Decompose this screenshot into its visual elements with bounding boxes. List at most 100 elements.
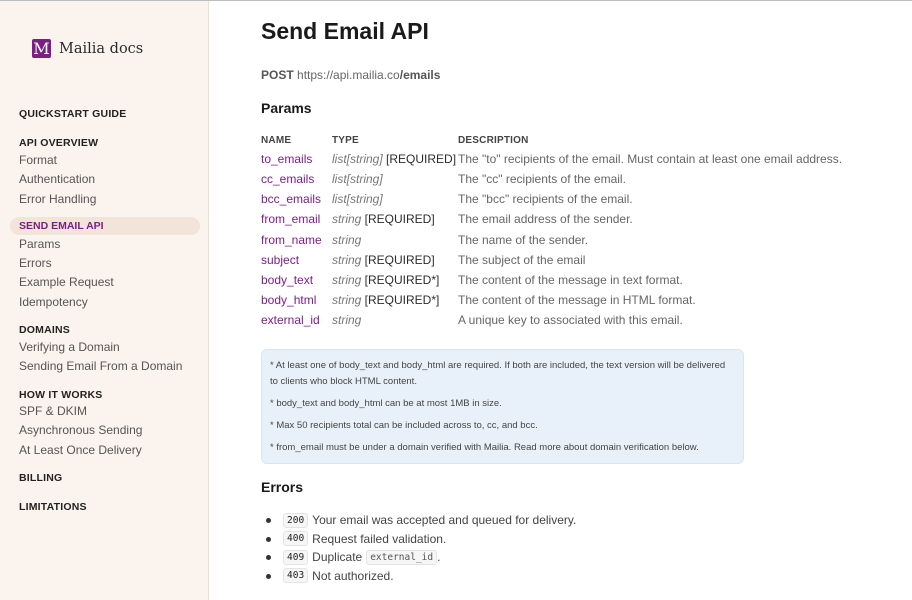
params-heading: Params <box>261 100 312 116</box>
errors-list: 200 Your email was accepted and queued f… <box>266 511 577 586</box>
param-description: The content of the message in text forma… <box>458 273 683 287</box>
param-type: list[string] [REQUIRED] <box>332 152 456 166</box>
sidebar-item-errors[interactable]: Errors <box>19 256 52 270</box>
param-type: list[string] <box>332 172 383 186</box>
table-row: bcc_emails list[string] The "bcc" recipi… <box>261 192 901 210</box>
sidebar-section-how-it-works[interactable]: HOW IT WORKS <box>19 389 102 401</box>
param-type: string <box>332 233 361 247</box>
param-type: string [REQUIRED] <box>332 212 435 226</box>
sidebar-item-error-handling[interactable]: Error Handling <box>19 192 96 206</box>
table-row: body_text string [REQUIRED*] The content… <box>261 273 901 291</box>
table-row: external_id string A unique key to assoc… <box>261 313 901 331</box>
table-row: cc_emails list[string] The "cc" recipien… <box>261 172 901 190</box>
sidebar-item-at-least-once-delivery[interactable]: At Least Once Delivery <box>19 443 142 457</box>
param-description: The email address of the sender. <box>458 212 633 226</box>
column-header-description: DESCRIPTION <box>458 135 529 146</box>
sidebar-item-idempotency[interactable]: Idempotency <box>19 295 88 309</box>
note: * from_email must be under a domain veri… <box>270 442 699 453</box>
param-description: The subject of the email <box>458 253 586 267</box>
param-type: list[string] <box>332 192 383 206</box>
param-type-value: string <box>332 273 362 287</box>
param-type: string [REQUIRED*] <box>332 273 439 287</box>
error-description: Your email was accepted and queued for d… <box>312 513 577 528</box>
param-type: string <box>332 313 361 327</box>
endpoint: POST https://api.mailia.co/emails <box>261 68 440 82</box>
sidebar-item-params[interactable]: Params <box>19 237 60 251</box>
sidebar-item-verifying-a-domain[interactable]: Verifying a Domain <box>19 340 120 354</box>
param-type-value: string <box>332 212 362 226</box>
brand-name: Mailia docs <box>59 40 144 57</box>
sidebar-section-api-overview[interactable]: API OVERVIEW <box>19 137 98 149</box>
param-description: The "bcc" recipients of the email. <box>458 192 633 206</box>
param-name: body_html <box>261 293 317 307</box>
bullet-icon <box>266 536 271 542</box>
param-type-value: string <box>332 313 362 327</box>
sidebar-item-sending-email-from-a-domain[interactable]: Sending Email From a Domain <box>19 359 182 373</box>
list-item: 200 Your email was accepted and queued f… <box>266 511 577 530</box>
error-description: Request failed validation. <box>312 531 447 546</box>
error-suffix: . <box>437 550 441 565</box>
inline-code: external_id <box>366 549 438 565</box>
table-row: from_email string [REQUIRED] The email a… <box>261 212 901 230</box>
param-description: The name of the sender. <box>458 233 589 247</box>
param-type-value: string <box>332 233 362 247</box>
table-row: from_name string The name of the sender. <box>261 233 901 251</box>
table-row: body_html string [REQUIRED*] The content… <box>261 293 901 311</box>
column-header-type: TYPE <box>332 135 359 146</box>
param-name: from_name <box>261 233 322 247</box>
param-name: from_email <box>261 212 321 226</box>
brand[interactable]: M Mailia docs <box>32 39 143 58</box>
param-name: to_emails <box>261 152 313 166</box>
param-name: bcc_emails <box>261 192 322 206</box>
note: * body_text and body_html can be at most… <box>270 398 502 409</box>
sidebar-section-limitations[interactable]: LIMITATIONS <box>19 501 87 513</box>
errors-heading: Errors <box>261 479 304 495</box>
table-row: to_emails list[string] [REQUIRED] The "t… <box>261 152 901 170</box>
bullet-icon <box>266 573 271 579</box>
sidebar-section-domains[interactable]: DOMAINS <box>19 324 70 336</box>
param-description: The content of the message in HTML forma… <box>458 293 696 307</box>
param-description: A unique key to associated with this ema… <box>458 313 683 327</box>
list-item: 409 Duplicate external_id. <box>266 548 576 567</box>
param-description: The "to" recipients of the email. Must c… <box>458 152 843 166</box>
param-required: [REQUIRED] <box>382 152 457 166</box>
list-item: 400 Request failed validation. <box>266 530 576 549</box>
status-code: 409 <box>283 549 309 565</box>
bullet-icon <box>266 555 271 560</box>
note: * At least one of body_text and body_htm… <box>270 360 726 387</box>
param-name: subject <box>261 253 300 267</box>
sidebar-section-send-email-api[interactable]: SEND EMAIL API <box>19 220 104 232</box>
sidebar-section-billing[interactable]: BILLING <box>19 472 62 484</box>
status-code: 200 <box>283 512 309 528</box>
param-required: [REQUIRED*] <box>361 273 440 287</box>
param-type-value: string <box>332 293 362 307</box>
param-description: The "cc" recipients of the email. <box>458 172 626 186</box>
sidebar-item-spf-dkim[interactable]: SPF & DKIM <box>19 404 87 418</box>
param-name: external_id <box>261 313 320 327</box>
param-type-value: list[string] <box>332 172 383 186</box>
mailia-logo-icon: M <box>32 39 51 58</box>
note: * Max 50 recipients total can be include… <box>270 420 538 431</box>
notes-callout: * At least one of body_text and body_htm… <box>261 349 744 464</box>
sidebar-section-quickstart-guide[interactable]: QUICKSTART GUIDE <box>19 108 126 120</box>
endpoint-path: /emails <box>399 68 441 82</box>
param-type: string [REQUIRED*] <box>332 293 439 307</box>
endpoint-method: POST <box>261 68 294 82</box>
sidebar-item-asynchronous-sending[interactable]: Asynchronous Sending <box>19 423 142 437</box>
param-type-value: string <box>332 253 362 267</box>
param-required: [REQUIRED] <box>361 212 435 226</box>
column-header-name: NAME <box>261 135 292 146</box>
param-name: body_text <box>261 273 314 287</box>
error-description: Duplicate <box>312 550 363 565</box>
list-item: 403 Not authorized. <box>266 567 576 586</box>
sidebar-item-example-request[interactable]: Example Request <box>19 275 114 289</box>
sidebar: M Mailia docs QUICKSTART GUIDE API OVERV… <box>0 1 209 600</box>
table-row: subject string [REQUIRED] The subject of… <box>261 253 901 271</box>
param-required: [REQUIRED*] <box>361 293 440 307</box>
sidebar-item-authentication[interactable]: Authentication <box>19 172 95 186</box>
param-name: cc_emails <box>261 172 315 186</box>
sidebar-item-format[interactable]: Format <box>19 153 57 167</box>
param-type-value: list[string] <box>332 152 383 166</box>
param-type-value: list[string] <box>332 192 383 206</box>
bullet-icon <box>266 518 271 523</box>
